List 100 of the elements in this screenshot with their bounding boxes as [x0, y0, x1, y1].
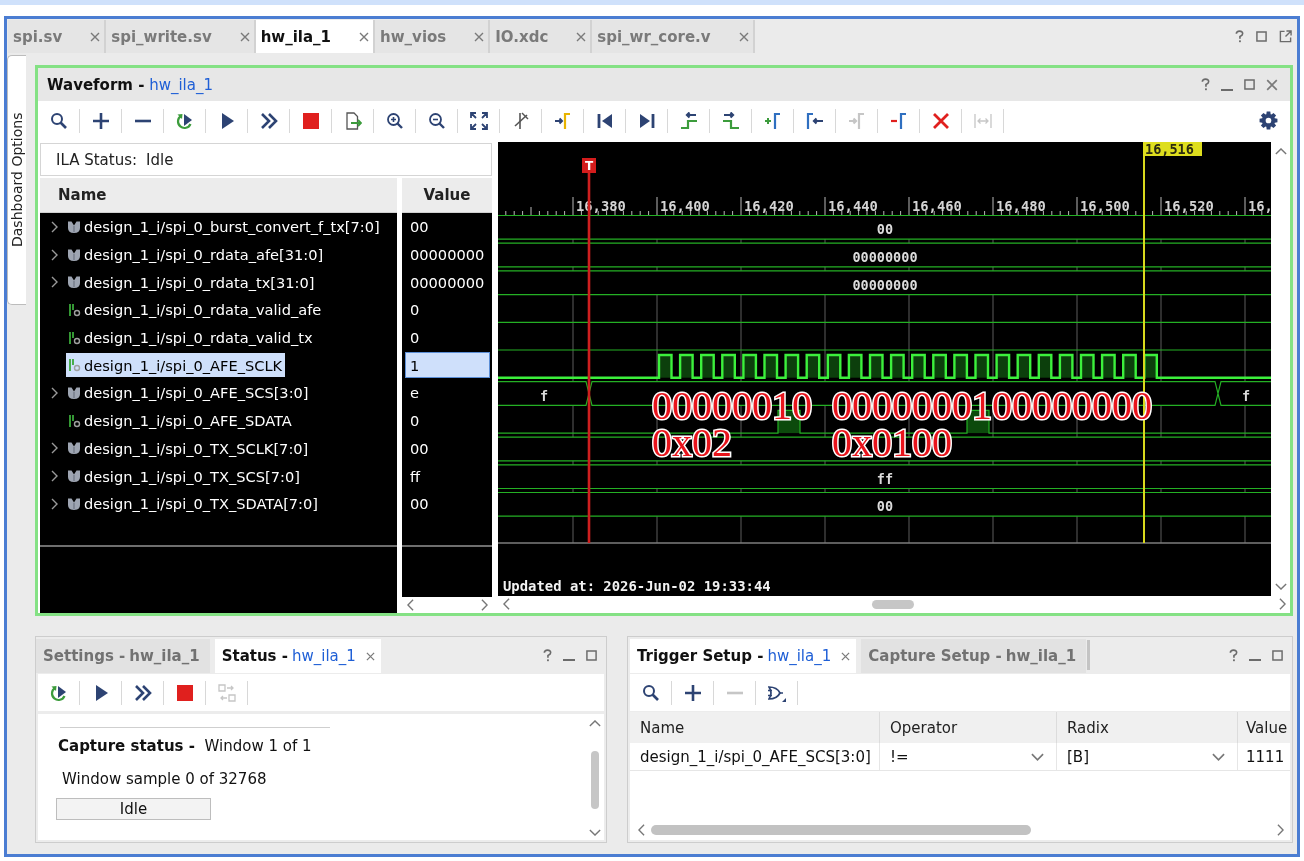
close-icon[interactable] [365, 651, 375, 661]
pop-out-icon[interactable] [1279, 29, 1292, 43]
arrow-bracket-icon[interactable] [553, 111, 572, 130]
radix-dropdown[interactable]: [B] [1057, 743, 1238, 770]
expand-chevron-icon[interactable] [51, 220, 58, 233]
scroll-down-icon[interactable] [1275, 583, 1287, 590]
expand-chevron-icon[interactable] [51, 276, 58, 289]
step-arrow-right-icon[interactable] [721, 111, 740, 130]
scroll-right-icon[interactable] [481, 599, 488, 611]
signal-value: 0 [409, 328, 421, 349]
column-header[interactable]: Name [630, 712, 880, 743]
bus-signal-icon [67, 219, 81, 234]
bit-signal-icon [67, 302, 81, 317]
scroll-up-icon[interactable] [589, 720, 601, 727]
expand-chevron-icon[interactable] [51, 442, 58, 455]
scroll-up-icon[interactable] [1275, 148, 1287, 155]
maximize-icon[interactable] [586, 649, 597, 661]
signal-value: 00 [409, 438, 430, 459]
scroll-left-icon[interactable] [407, 599, 414, 611]
plus-icon[interactable] [683, 683, 702, 702]
expand-chevron-icon[interactable] [51, 497, 58, 510]
plus-icon[interactable] [91, 111, 110, 130]
close-icon[interactable] [738, 31, 749, 42]
scrollbar-thumb[interactable] [872, 599, 914, 609]
signal-list-item[interactable]: design_1_i/spi_0_rdata_afe[31:0] [66, 242, 327, 267]
document-arrow-icon[interactable] [343, 111, 362, 130]
panel-tab[interactable]: Settings - hw_ila_1 [36, 639, 210, 673]
panel-tab[interactable]: Status - hw_ila_1 [214, 639, 381, 673]
column-header[interactable]: Value [1238, 712, 1290, 743]
skip-start-icon[interactable] [595, 111, 614, 130]
scroll-left-icon[interactable] [638, 823, 645, 836]
signal-list-item[interactable]: design_1_i/spi_0_rdata_valid_afe [66, 297, 325, 322]
zoom-in-icon[interactable] [385, 111, 404, 130]
signal-list-item[interactable]: design_1_i/spi_0_TX_SCS[7:0] [66, 464, 303, 489]
minimize-icon[interactable] [1221, 88, 1233, 91]
expand-chevron-icon[interactable] [51, 386, 58, 399]
cursor-time-label[interactable]: 16,516 [1143, 142, 1202, 156]
previous-marker-icon[interactable] [805, 111, 824, 130]
double-chevron-icon[interactable] [133, 683, 152, 702]
side-tab[interactable]: Dashboard Options [7, 55, 26, 305]
close-icon[interactable] [90, 31, 101, 42]
signal-list-item[interactable]: design_1_i/spi_0_AFE_SDATA [66, 408, 295, 433]
signal-value: ff [409, 466, 422, 487]
column-header[interactable]: Name [40, 178, 397, 213]
signal-list-item[interactable]: design_1_i/spi_0_AFE_SCS[3:0] [66, 380, 312, 405]
close-icon[interactable] [576, 31, 587, 42]
column-header[interactable]: Operator [880, 712, 1057, 743]
help-icon[interactable] [1229, 648, 1238, 662]
editor-tab[interactable]: hw_ila_1 [255, 20, 376, 53]
signal-list-item[interactable]: design_1_i/spi_0_TX_SCLK[7:0] [66, 436, 312, 461]
step-arrow-left-icon[interactable] [679, 111, 698, 130]
panel-tab[interactable]: Trigger Setup - hw_ila_1 [630, 639, 857, 673]
horizontal-scrollbar[interactable] [630, 819, 1290, 840]
chevron-down-icon[interactable] [1031, 752, 1044, 761]
add-marker-icon[interactable] [763, 111, 782, 130]
scrollbar-thumb[interactable] [591, 751, 599, 809]
signal-list-item[interactable]: design_1_i/spi_0_TX_SDATA[7:0] [66, 491, 321, 516]
column-header[interactable]: Radix [1057, 712, 1238, 743]
ila-status-value: Idle [146, 150, 174, 169]
help-icon[interactable] [1201, 78, 1210, 91]
scroll-left-icon[interactable] [503, 598, 510, 610]
maximize-icon[interactable] [1256, 30, 1267, 42]
close-icon[interactable] [239, 31, 250, 42]
remove-marker-icon[interactable] [889, 111, 908, 130]
signal-list-item[interactable]: design_1_i/spi_0_rdata_valid_tx [66, 325, 316, 350]
zoom-out-icon[interactable] [427, 111, 446, 130]
bus-signal-icon [67, 469, 81, 484]
double-chevron-icon[interactable] [259, 111, 278, 130]
scroll-right-icon[interactable] [1277, 823, 1284, 836]
skip-end-icon[interactable] [637, 111, 656, 130]
circular-arrow-play-icon[interactable] [49, 683, 68, 702]
stop-icon[interactable] [301, 111, 320, 130]
settings-icon[interactable] [1259, 111, 1278, 130]
column-header[interactable]: Value [402, 178, 492, 213]
circular-arrow-play-icon[interactable] [175, 111, 194, 130]
maximize-icon[interactable] [1244, 79, 1255, 90]
help-icon[interactable] [543, 648, 552, 662]
help-icon[interactable] [1235, 29, 1244, 43]
cross-icon[interactable] [931, 111, 950, 130]
scroll-down-icon[interactable] [589, 829, 601, 836]
close-icon[interactable] [841, 651, 851, 661]
logic-gate-icon[interactable] [767, 683, 786, 702]
signal-list-item[interactable]: design_1_i/spi_0_rdata_tx[31:0] [66, 270, 318, 295]
maximize-icon[interactable] [1272, 649, 1283, 661]
signal-list-item[interactable]: design_1_i/spi_0_AFE_SCLK [66, 353, 286, 378]
expand-chevron-icon[interactable] [51, 470, 58, 483]
stop-icon[interactable] [175, 683, 194, 702]
scroll-right-icon[interactable] [1279, 598, 1286, 610]
operator-dropdown[interactable]: != [880, 743, 1057, 770]
scrollbar-thumb[interactable] [651, 824, 1031, 835]
expand-chevron-icon[interactable] [51, 248, 58, 261]
close-icon[interactable] [1266, 78, 1278, 91]
signal-list-item[interactable]: design_1_i/spi_0_burst_convert_f_tx[7:0] [66, 214, 383, 239]
panel-tab[interactable]: Capture Setup - hw_ila_1 [861, 639, 1087, 673]
search-icon[interactable] [641, 683, 660, 702]
search-icon[interactable] [49, 111, 68, 130]
close-icon[interactable] [359, 31, 370, 42]
fit-arrows-icon[interactable] [469, 111, 488, 130]
close-icon[interactable] [474, 31, 485, 42]
chevron-down-icon[interactable] [1212, 752, 1225, 761]
